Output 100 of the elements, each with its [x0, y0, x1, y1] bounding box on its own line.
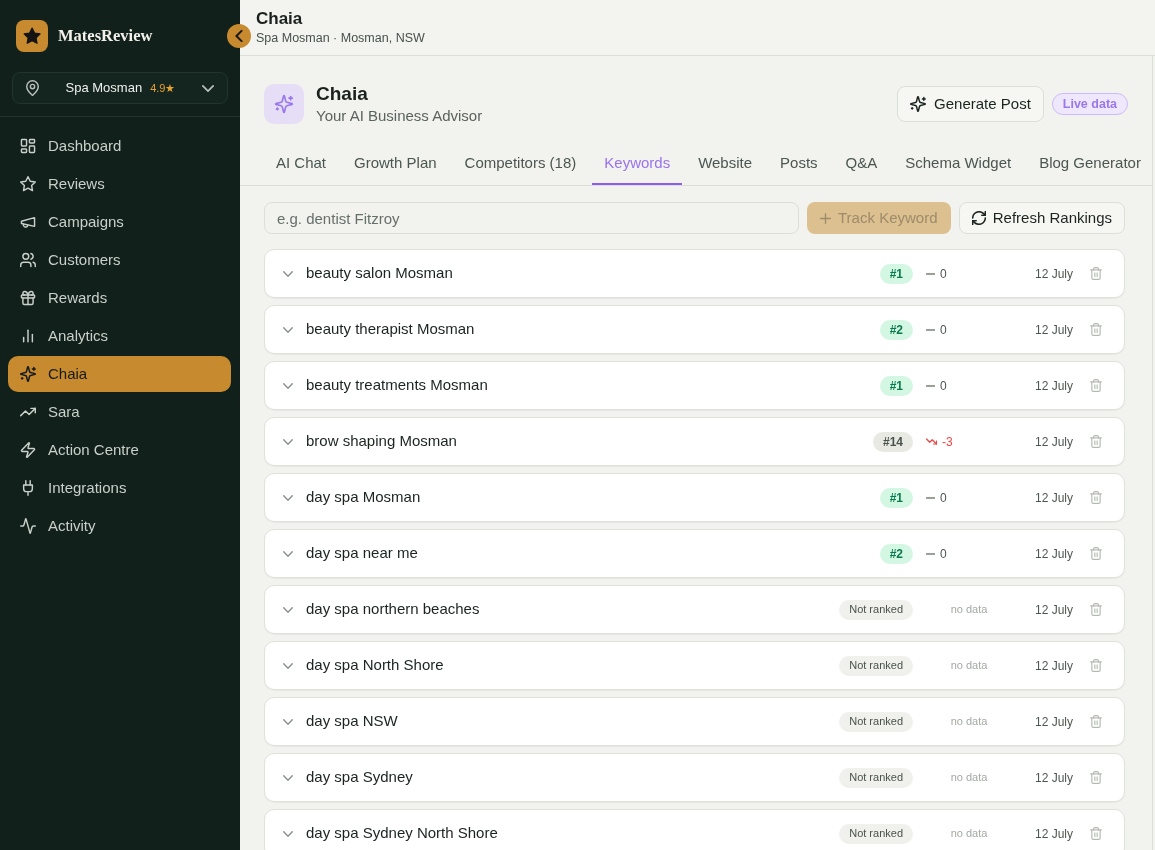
star-icon: [20, 176, 36, 192]
sidebar-item[interactable]: Analytics: [8, 318, 231, 354]
chevron-down-icon[interactable]: [283, 326, 293, 333]
chevron-down-icon[interactable]: [283, 662, 293, 669]
trash-icon[interactable]: [1090, 379, 1102, 392]
date-text: 12 July: [1033, 321, 1073, 339]
tab[interactable]: Blog Generator: [1027, 144, 1152, 185]
keyword-row[interactable]: day spa Mosman #1 0 12 July: [264, 473, 1125, 522]
location-selector[interactable]: Spa Mosman 4.9★: [12, 72, 228, 104]
rank-change: 0: [940, 265, 947, 283]
chevron-down-icon[interactable]: [283, 606, 293, 613]
not-ranked-badge: Not ranked: [839, 823, 913, 844]
sparkle-icon: [910, 96, 927, 112]
keyword-text: day spa North Shore: [306, 655, 444, 676]
sidebar-item[interactable]: Campaigns: [8, 204, 231, 240]
dash-icon: [926, 552, 935, 555]
gift-icon: [20, 290, 36, 306]
chevron-down-icon[interactable]: [283, 718, 293, 725]
trash-icon[interactable]: [1090, 267, 1102, 280]
trash-icon[interactable]: [1090, 491, 1102, 504]
keyword-text: day spa northern beaches: [306, 599, 480, 620]
trash-icon[interactable]: [1090, 435, 1102, 448]
bar-chart-icon: [20, 328, 36, 344]
pulse-icon: [20, 518, 36, 534]
keyword-row[interactable]: beauty salon Mosman #1 0 12 July: [264, 249, 1125, 298]
keyword-row[interactable]: day spa northern beaches Not ranked no data 12 July: [264, 585, 1125, 634]
sidebar-item[interactable]: Chaia: [8, 356, 231, 392]
sidebar-item[interactable]: Activity: [8, 508, 231, 544]
keyword-row[interactable]: day spa NSW Not ranked no data 12 July: [264, 697, 1125, 746]
keyword-row[interactable]: brow shaping Mosman #14 -3 12 July: [264, 417, 1125, 466]
trash-icon[interactable]: [1090, 715, 1102, 728]
keyword-text: brow shaping Mosman: [306, 431, 457, 452]
tab[interactable]: Growth Plan: [342, 144, 449, 185]
generate-post-button[interactable]: Generate Post: [897, 86, 1044, 122]
page-subtitle: Spa Mosman · Mosman, NSW: [256, 30, 425, 46]
chevron-down-icon: [202, 84, 214, 92]
people-icon: [20, 252, 36, 268]
rank-change: 0: [940, 489, 947, 507]
page-title: Chaia: [256, 9, 303, 29]
sidebar-item[interactable]: Action Centre: [8, 432, 231, 468]
rank-change: 0: [940, 545, 947, 563]
not-ranked-badge: Not ranked: [839, 711, 913, 732]
rank-badge: #2: [879, 543, 913, 564]
dash-icon: [926, 328, 935, 331]
chevron-down-icon[interactable]: [283, 494, 293, 501]
tab[interactable]: Posts: [768, 144, 830, 185]
rank-badge: #2: [879, 319, 913, 340]
sidebar-item[interactable]: Customers: [8, 242, 231, 278]
sidebar-item[interactable]: Sara: [8, 394, 231, 430]
sidebar-item[interactable]: Reviews: [8, 166, 231, 202]
not-ranked-badge: Not ranked: [839, 599, 913, 620]
trash-icon[interactable]: [1090, 547, 1102, 560]
chevron-down-icon[interactable]: [283, 270, 293, 277]
sidebar-item[interactable]: Rewards: [8, 280, 231, 316]
keyword-row[interactable]: beauty therapist Mosman #2 0 12 July: [264, 305, 1125, 354]
keyword-row[interactable]: day spa Sydney North Shore Not ranked no data 12 July: [264, 809, 1125, 850]
lightning-icon: [20, 442, 36, 458]
date-text: 12 July: [1033, 433, 1073, 451]
trash-icon[interactable]: [1090, 771, 1102, 784]
tab[interactable]: Schema Widget: [893, 144, 1024, 185]
keyword-row[interactable]: day spa Sydney Not ranked no data 12 July: [264, 753, 1125, 802]
tab[interactable]: Q&A: [833, 144, 890, 185]
tab[interactable]: Competitors (18): [452, 144, 589, 185]
refresh-rankings-button[interactable]: Refresh Rankings: [958, 202, 1125, 234]
no-data-text: no data: [950, 770, 988, 786]
trash-icon[interactable]: [1090, 603, 1102, 616]
date-text: 12 July: [1033, 825, 1073, 843]
rank-badge: #1: [879, 263, 913, 284]
no-data-text: no data: [950, 658, 988, 674]
trash-icon[interactable]: [1090, 659, 1102, 672]
date-text: 12 July: [1033, 657, 1073, 675]
trash-icon[interactable]: [1090, 323, 1102, 336]
collapse-button[interactable]: [227, 24, 251, 48]
refresh-icon: [971, 211, 986, 225]
rank-badge: #14: [872, 431, 913, 452]
chevron-down-icon[interactable]: [283, 830, 293, 837]
keyword-row[interactable]: beauty treatments Mosman #1 0 12 July: [264, 361, 1125, 410]
dash-icon: [926, 272, 935, 275]
megaphone-icon: [20, 214, 36, 230]
keyword-text: beauty treatments Mosman: [306, 375, 488, 396]
location-name: Spa Mosman: [65, 79, 143, 98]
keyword-row[interactable]: day spa North Shore Not ranked no data 12 July: [264, 641, 1125, 690]
chevron-down-icon[interactable]: [283, 550, 293, 557]
status-badge: Live data: [1051, 93, 1128, 115]
chevron-down-icon[interactable]: [283, 382, 293, 389]
chevron-down-icon[interactable]: [283, 774, 293, 781]
trash-icon[interactable]: [1090, 827, 1102, 840]
tab[interactable]: Website: [686, 144, 765, 185]
sidebar-item[interactable]: Integrations: [8, 470, 231, 506]
rank-change: -3: [942, 433, 953, 451]
keyword-row[interactable]: day spa near me #2 0 12 July: [264, 529, 1125, 578]
sidebar-item[interactable]: Dashboard: [8, 128, 231, 164]
date-text: 12 July: [1033, 713, 1073, 731]
rank-change: 0: [940, 377, 947, 395]
rank-badge: #1: [879, 487, 913, 508]
keyword-text: beauty therapist Mosman: [306, 319, 475, 340]
keyword-text: day spa near me: [306, 543, 418, 564]
keyword-input[interactable]: e.g. dentist Fitzroy: [264, 202, 799, 234]
tab[interactable]: AI Chat: [264, 144, 339, 185]
chevron-down-icon[interactable]: [283, 438, 293, 445]
